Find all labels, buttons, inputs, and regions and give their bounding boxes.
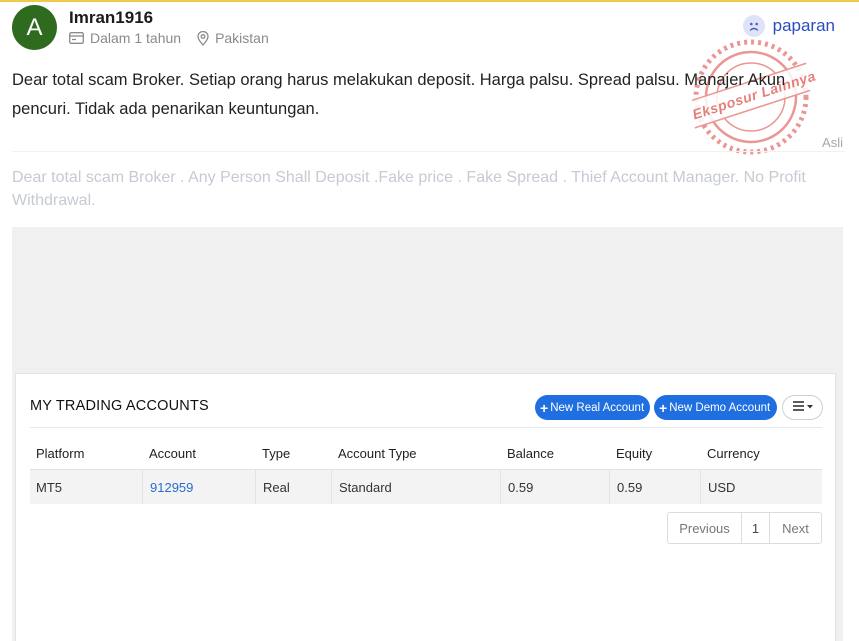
cell-account-type: Standard [331, 470, 392, 504]
table-header: Platform Account Type Account Type Balan… [30, 438, 822, 468]
cell-equity: 0.59 [609, 470, 642, 504]
column-header-type[interactable]: Type [262, 438, 290, 468]
new-real-account-label: New Real Account [550, 401, 645, 414]
pagination: Previous 1 Next [667, 512, 822, 544]
page-number-button[interactable]: 1 [742, 513, 770, 543]
account-number-link[interactable]: 912959 [150, 480, 193, 495]
hamburger-menu-icon [792, 399, 814, 417]
top-accent-rule [0, 0, 859, 2]
new-demo-account-label: New Demo Account [669, 401, 771, 414]
column-header-currency[interactable]: Currency [707, 438, 760, 468]
cell-currency: USD [700, 470, 735, 504]
post-meta: Dalam 1 tahun Pakistan [69, 30, 269, 46]
new-real-account-button[interactable]: + New Real Account [535, 395, 650, 420]
cell-platform: MT5 [36, 479, 62, 495]
review-text: Dear total scam Broker. Setiap orang har… [12, 71, 786, 118]
avatar-letter: A [26, 13, 43, 41]
table-row: MT5 912959 Real Standard 0.59 0.59 USD [30, 469, 822, 504]
location-pin-icon [197, 30, 209, 46]
original-label[interactable]: Asli [822, 135, 843, 150]
panel-divider [30, 427, 822, 428]
exposure-badge[interactable]: paparan [742, 15, 835, 37]
original-review-text: Dear total scam Broker . Any Person Shal… [12, 169, 806, 209]
column-header-account-type[interactable]: Account Type [338, 438, 417, 468]
divider [12, 151, 845, 152]
trading-accounts-panel: MY TRADING ACCOUNTS + New Real Account +… [15, 373, 836, 641]
plus-icon: + [540, 399, 549, 416]
sad-face-icon [742, 15, 765, 37]
cell-account: 912959 [142, 470, 193, 504]
previous-page-button[interactable]: Previous [668, 513, 742, 543]
post-time: Dalam 1 tahun [90, 30, 182, 46]
column-header-platform[interactable]: Platform [36, 438, 84, 468]
username[interactable]: Imran1916 [69, 8, 153, 28]
new-demo-account-button[interactable]: + New Demo Account [654, 395, 777, 420]
exposure-label: paparan [772, 16, 835, 35]
location-text: Pakistan [215, 30, 269, 46]
panel-title: MY TRADING ACCOUNTS [30, 398, 209, 414]
next-page-button[interactable]: Next [770, 513, 821, 543]
column-header-balance[interactable]: Balance [507, 438, 554, 468]
plus-icon: + [659, 399, 668, 416]
column-menu-button[interactable] [782, 395, 823, 420]
avatar[interactable]: A [12, 5, 57, 50]
cell-balance: 0.59 [500, 470, 533, 504]
column-header-equity[interactable]: Equity [616, 438, 652, 468]
cell-type: Real [255, 470, 290, 504]
column-header-account[interactable]: Account [149, 438, 196, 468]
id-card-icon [69, 32, 84, 44]
